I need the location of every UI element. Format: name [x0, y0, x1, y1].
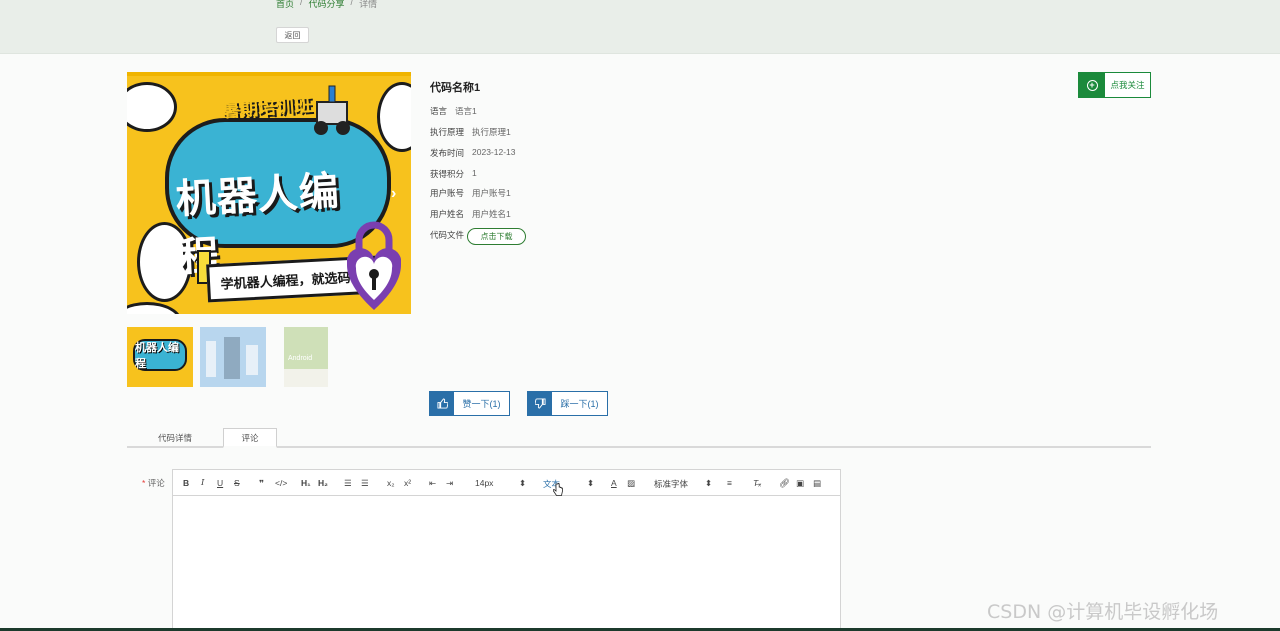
info-value: 用户账号1 — [472, 188, 511, 198]
info-label: 用户姓名 — [430, 209, 465, 219]
follow-label: 点我关注 — [1110, 80, 1145, 90]
thumbnail-shape — [206, 341, 216, 377]
breadcrumb-current: 详情 — [359, 0, 378, 9]
breadcrumb-separator: / — [300, 0, 303, 7]
back-button[interactable]: 返回 — [276, 27, 309, 43]
thumbnail-label: Android — [288, 355, 313, 362]
dislike-button[interactable]: 踩一下(1) — [527, 391, 608, 416]
like-label: 赞一下(1) — [462, 399, 501, 409]
info-row-points: 获得积分 1 — [430, 168, 477, 180]
top-header: 首页 / 代码分享 / 详情 返回 — [0, 0, 1280, 54]
lock-icon — [347, 221, 401, 310]
info-row-file: 代码文件 — [430, 229, 464, 241]
tab-comment[interactable]: 评论 — [223, 428, 277, 448]
thumbnail-2[interactable] — [200, 327, 266, 387]
heading-1-icon[interactable]: H₁ — [301, 478, 311, 488]
indent-icon[interactable]: ⇥ — [446, 478, 453, 489]
book-cover-bottom — [284, 369, 328, 387]
chevron-updown-icon: ⬍ — [587, 478, 595, 488]
info-value: 语言1 — [455, 106, 477, 116]
cloud-decoration — [377, 82, 411, 152]
font-size-select[interactable]: 14px — [475, 478, 493, 488]
thumbnail-strip: 机器人编程 Android — [127, 327, 339, 387]
info-label: 语言 — [430, 106, 448, 116]
follow-button[interactable]: + 点我关注 — [1078, 72, 1151, 98]
chevron-updown-icon: ⬍ — [705, 478, 713, 488]
breadcrumb: 首页 / 代码分享 / 详情 — [276, 0, 377, 10]
outdent-icon[interactable]: ⇤ — [429, 478, 436, 489]
banner-top-strip — [127, 72, 411, 76]
info-label: 代码文件 — [430, 230, 465, 240]
background-color-icon[interactable]: ▨ — [627, 478, 635, 489]
ordered-list-icon[interactable]: ☰ — [344, 478, 352, 489]
info-label: 用户账号 — [430, 188, 465, 198]
chevron-right-icon[interactable]: › — [391, 185, 396, 203]
banner-image[interactable]: 暑期培训班 机器人编程 学机器人编程，就选码高 — [127, 72, 411, 314]
cloud-decoration — [127, 302, 182, 314]
cloud-decoration — [127, 82, 177, 132]
breadcrumb-home[interactable]: 首页 — [276, 0, 294, 10]
clear-format-icon[interactable]: T̶ₓ — [753, 478, 761, 488]
dislike-label: 踩一下(1) — [560, 399, 599, 409]
robot-icon — [314, 85, 350, 135]
plus-circle-icon: + — [1079, 73, 1105, 97]
book-cover: Android — [284, 327, 328, 387]
info-row-language: 语言 语言1 — [430, 105, 477, 117]
image-icon[interactable]: ▣ — [796, 478, 804, 489]
rich-text-editor: B I U S ❞ </> H₁ H₂ ☰ ☰ x₂ x² ⇤ ⇥ 14px ⬍… — [172, 469, 841, 631]
info-value: 2023-12-13 — [472, 147, 516, 157]
code-title: 代码名称1 — [430, 82, 481, 94]
align-icon[interactable]: ≡ — [727, 478, 732, 488]
info-value: 执行原理1 — [472, 127, 511, 137]
info-row-account: 用户账号 用户账号1 — [430, 187, 511, 199]
breadcrumb-separator: / — [350, 0, 354, 7]
editor-content-area[interactable] — [173, 496, 840, 631]
editor-toolbar: B I U S ❞ </> H₁ H₂ ☰ ☰ x₂ x² ⇤ ⇥ 14px ⬍… — [173, 470, 840, 496]
subscript-icon[interactable]: x₂ — [387, 478, 395, 488]
watermark: CSDN @计算机毕设孵化场 — [987, 601, 1219, 623]
info-row-principle: 执行原理 执行原理1 — [430, 126, 511, 138]
comment-label: * 评论 — [142, 477, 165, 489]
thumbnail-shape — [246, 345, 258, 375]
tab-code-detail[interactable]: 代码详情 — [145, 428, 205, 448]
italic-icon[interactable]: I — [201, 478, 204, 488]
chevron-updown-icon: ⬍ — [519, 478, 527, 488]
thumbnail-1[interactable]: 机器人编程 — [127, 327, 193, 387]
blockquote-icon[interactable]: ❞ — [259, 478, 264, 489]
heading-2-icon[interactable]: H₂ — [318, 478, 328, 488]
info-row-publish-time: 发布时间 2023-12-13 — [430, 147, 516, 159]
required-mark: * — [142, 478, 146, 488]
hand-cursor-icon — [553, 483, 563, 496]
thumbnail-label: 机器人编程 — [133, 339, 187, 371]
strikethrough-icon[interactable]: S — [234, 478, 240, 488]
thumbnail-3[interactable]: Android — [273, 327, 339, 387]
thumbs-down-icon — [528, 392, 552, 415]
video-icon[interactable]: ▤ — [813, 478, 821, 489]
bold-icon[interactable]: B — [183, 478, 189, 488]
link-icon[interactable]: 🔗︎ — [779, 478, 790, 489]
superscript-icon[interactable]: x² — [404, 478, 411, 488]
detail-tabs: 代码详情 评论 — [127, 428, 1151, 448]
info-label: 获得积分 — [430, 169, 465, 179]
underline-icon[interactable]: U — [217, 478, 223, 488]
code-block-icon[interactable]: </> — [275, 478, 287, 488]
info-label: 执行原理 — [430, 127, 465, 137]
font-color-icon[interactable]: A — [611, 478, 617, 488]
comment-label-text: 评论 — [147, 478, 165, 488]
info-label: 发布时间 — [430, 148, 465, 158]
breadcrumb-section[interactable]: 代码分享 — [309, 0, 345, 10]
download-button[interactable]: 点击下载 — [467, 228, 526, 245]
info-value: 1 — [472, 168, 477, 178]
like-button[interactable]: 赞一下(1) — [429, 391, 510, 416]
thumbs-up-icon — [430, 392, 454, 415]
font-family-select[interactable]: 标准字体 — [654, 478, 688, 490]
thumbnail-shape — [224, 337, 240, 379]
bullet-list-icon[interactable]: ☰ — [361, 478, 369, 489]
info-row-username: 用户姓名 用户姓名1 — [430, 208, 511, 220]
info-value: 用户姓名1 — [472, 209, 511, 219]
